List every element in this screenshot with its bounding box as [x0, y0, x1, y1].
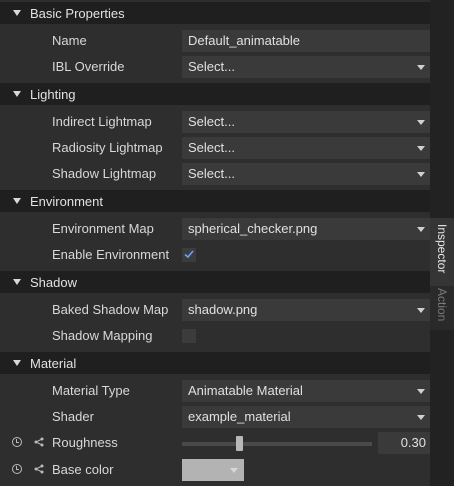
base-color-row: Base color	[0, 457, 430, 483]
chevron-down-icon	[13, 10, 21, 16]
chevron-down-icon	[417, 415, 425, 420]
baked-shadow-map-row: Baked Shadow Map shadow.png	[0, 297, 430, 323]
section-material[interactable]: Material	[0, 352, 430, 374]
ibl-override-select[interactable]: Select...	[182, 56, 430, 78]
material-type-label: Material Type	[52, 383, 130, 398]
chevron-down-icon	[13, 198, 21, 204]
section-basic-properties[interactable]: Basic Properties	[0, 2, 430, 24]
baked-shadow-map-label: Baked Shadow Map	[52, 302, 169, 317]
tab-inspector[interactable]: Inspector	[430, 218, 454, 286]
baked-shadow-map-value: shadow.png	[188, 302, 258, 317]
chevron-down-icon	[417, 65, 425, 70]
tab-inspector-label: Inspector	[435, 224, 449, 274]
radiosity-lightmap-select[interactable]: Select...	[182, 137, 430, 159]
ibl-override-row: IBL Override Select...	[0, 54, 430, 80]
indirect-lightmap-value: Select...	[188, 114, 235, 129]
name-label: Name	[52, 33, 87, 48]
section-shadow[interactable]: Shadow	[0, 271, 430, 293]
shadow-lightmap-select[interactable]: Select...	[182, 163, 430, 185]
base-color-swatch[interactable]	[182, 459, 244, 481]
material-type-row: Material Type Animatable Material	[0, 378, 430, 404]
indirect-lightmap-row: Indirect Lightmap Select...	[0, 109, 430, 135]
checkmark-icon	[184, 250, 194, 259]
chevron-down-icon	[13, 279, 21, 285]
chevron-down-icon	[417, 227, 425, 232]
environment-map-value: spherical_checker.png	[188, 221, 318, 236]
share-icon[interactable]	[34, 437, 44, 447]
inspector-panel: Basic Properties Name Default_animatable…	[0, 0, 430, 486]
enable-environment-row: Enable Environment	[0, 242, 430, 268]
name-row: Name Default_animatable	[0, 28, 430, 54]
chevron-down-icon	[417, 308, 425, 313]
shader-label: Shader	[52, 409, 94, 424]
shadow-mapping-row: Shadow Mapping	[0, 323, 430, 349]
shadow-lightmap-label: Shadow Lightmap	[52, 166, 157, 181]
section-title: Environment	[30, 193, 103, 209]
section-title: Lighting	[30, 86, 76, 102]
material-type-value: Animatable Material	[188, 383, 303, 398]
chevron-down-icon	[417, 389, 425, 394]
shadow-mapping-label: Shadow Mapping	[52, 328, 153, 343]
chevron-down-icon	[417, 172, 425, 177]
section-title: Material	[30, 355, 77, 371]
radiosity-lightmap-label: Radiosity Lightmap	[52, 140, 163, 155]
roughness-slider-track[interactable]	[182, 442, 372, 446]
side-tab-bar: Inspector Action	[430, 0, 454, 486]
ibl-override-value: Select...	[188, 59, 235, 74]
chevron-down-icon	[417, 146, 425, 151]
chevron-down-icon	[13, 91, 21, 97]
roughness-value-field[interactable]: 0.30	[378, 432, 430, 454]
shadow-lightmap-row: Shadow Lightmap Select...	[0, 161, 430, 187]
chevron-down-icon	[13, 360, 21, 366]
environment-map-select[interactable]: spherical_checker.png	[182, 218, 430, 240]
material-type-select[interactable]: Animatable Material	[182, 380, 430, 402]
shadow-mapping-checkbox[interactable]	[182, 329, 196, 343]
environment-map-row: Environment Map spherical_checker.png	[0, 216, 430, 242]
radiosity-lightmap-row: Radiosity Lightmap Select...	[0, 135, 430, 161]
clock-icon[interactable]	[12, 437, 22, 447]
shader-row: Shader example_material	[0, 404, 430, 430]
tab-action-label: Action	[435, 288, 449, 322]
base-color-label: Base color	[52, 462, 114, 477]
environment-map-label: Environment Map	[52, 221, 154, 236]
tab-action[interactable]: Action	[430, 286, 454, 330]
shader-value: example_material	[188, 409, 291, 424]
name-field[interactable]: Default_animatable	[182, 30, 430, 52]
roughness-slider-thumb[interactable]	[235, 436, 243, 451]
share-icon[interactable]	[34, 464, 44, 474]
enable-environment-label: Enable Environment	[52, 247, 170, 262]
ibl-override-label: IBL Override	[52, 59, 125, 74]
chevron-down-icon	[417, 120, 425, 125]
indirect-lightmap-select[interactable]: Select...	[182, 111, 430, 133]
chevron-down-icon	[230, 468, 238, 473]
section-title: Basic Properties	[30, 5, 125, 21]
clock-icon[interactable]	[12, 464, 22, 474]
shader-select[interactable]: example_material	[182, 406, 430, 428]
shadow-lightmap-value: Select...	[188, 166, 235, 181]
section-title: Shadow	[30, 274, 77, 290]
roughness-row: Roughness 0.30	[0, 430, 430, 456]
enable-environment-checkbox[interactable]	[182, 248, 196, 262]
indirect-lightmap-label: Indirect Lightmap	[52, 114, 152, 129]
section-environment[interactable]: Environment	[0, 190, 430, 212]
baked-shadow-map-select[interactable]: shadow.png	[182, 299, 430, 321]
section-lighting[interactable]: Lighting	[0, 83, 430, 105]
roughness-label: Roughness	[52, 435, 118, 450]
radiosity-lightmap-value: Select...	[188, 140, 235, 155]
